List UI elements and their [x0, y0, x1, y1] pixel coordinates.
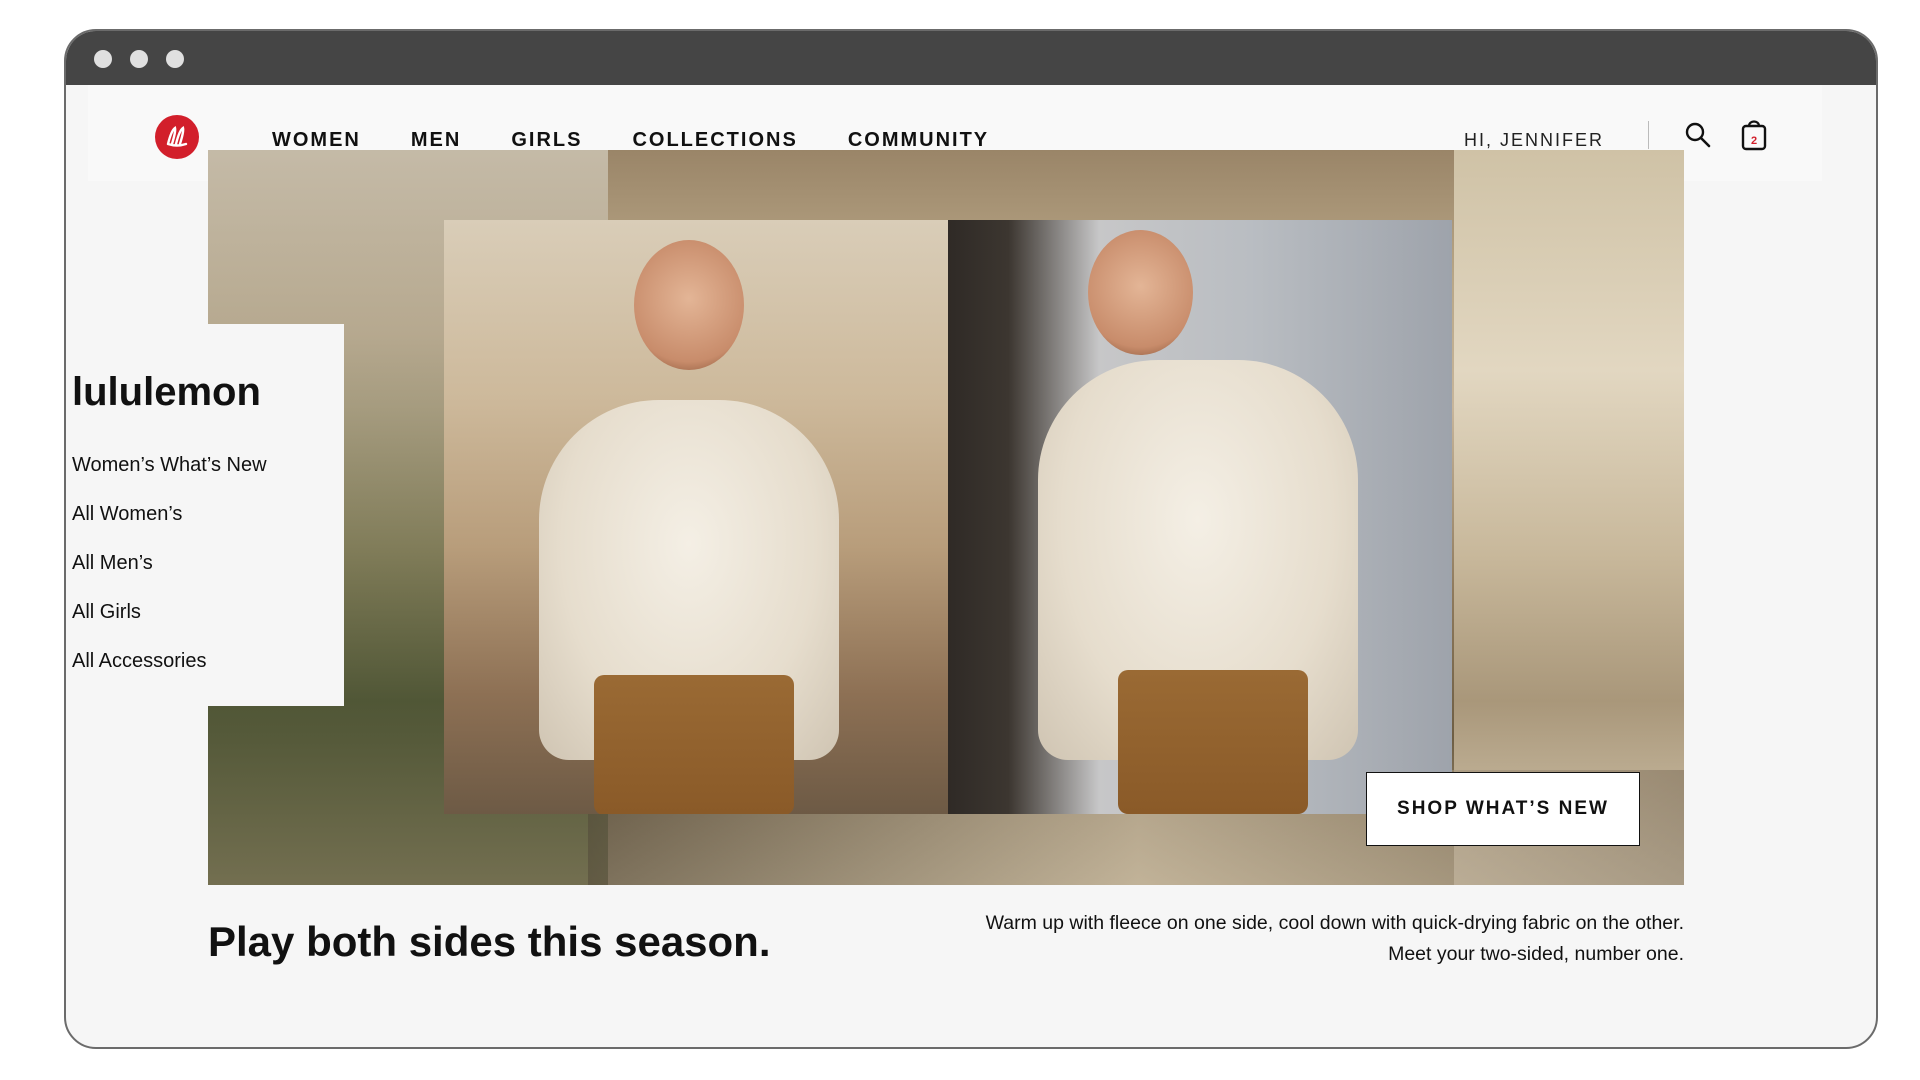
window-minimize-dot[interactable]	[130, 50, 148, 68]
hero-photo-right	[948, 220, 1452, 814]
account-greeting[interactable]: HI, JENNIFER	[1464, 130, 1604, 151]
hero-photo-left	[444, 220, 948, 814]
side-menu-brand: lululemon	[72, 370, 261, 414]
nav-men[interactable]: MEN	[411, 129, 461, 152]
shop-whats-new-button[interactable]: SHOP WHAT’S NEW	[1366, 772, 1640, 846]
window-maximize-dot[interactable]	[166, 50, 184, 68]
side-link-all-womens[interactable]: All Women’s	[72, 501, 267, 550]
search-icon[interactable]	[1684, 121, 1712, 149]
shopping-bag-icon[interactable]: 2	[1740, 117, 1768, 151]
main-nav: WOMEN MEN GIRLS COLLECTIONS COMMUNITY	[272, 129, 1039, 152]
header-divider	[1648, 121, 1649, 149]
side-link-all-mens[interactable]: All Men’s	[72, 550, 267, 599]
window-titlebar	[66, 31, 1876, 85]
nav-girls[interactable]: GIRLS	[511, 129, 582, 152]
nav-women[interactable]: WOMEN	[272, 129, 361, 152]
side-link-all-girls[interactable]: All Girls	[72, 599, 267, 648]
side-menu-links: Women’s What’s New All Women’s All Men’s…	[72, 452, 267, 697]
page-description: Warm up with fleece on one side, cool do…	[985, 912, 1684, 965]
window-close-dot[interactable]	[94, 50, 112, 68]
nav-collections[interactable]: COLLECTIONS	[632, 129, 797, 152]
nav-community[interactable]: COMMUNITY	[848, 129, 989, 152]
side-link-all-accessories[interactable]: All Accessories	[72, 648, 267, 697]
page-headline: Play both sides this season.	[208, 918, 771, 965]
bag-count: 2	[1751, 135, 1757, 147]
side-link-womens-whats-new[interactable]: Women’s What’s New	[72, 452, 267, 501]
lululemon-logo-icon[interactable]	[155, 115, 199, 159]
